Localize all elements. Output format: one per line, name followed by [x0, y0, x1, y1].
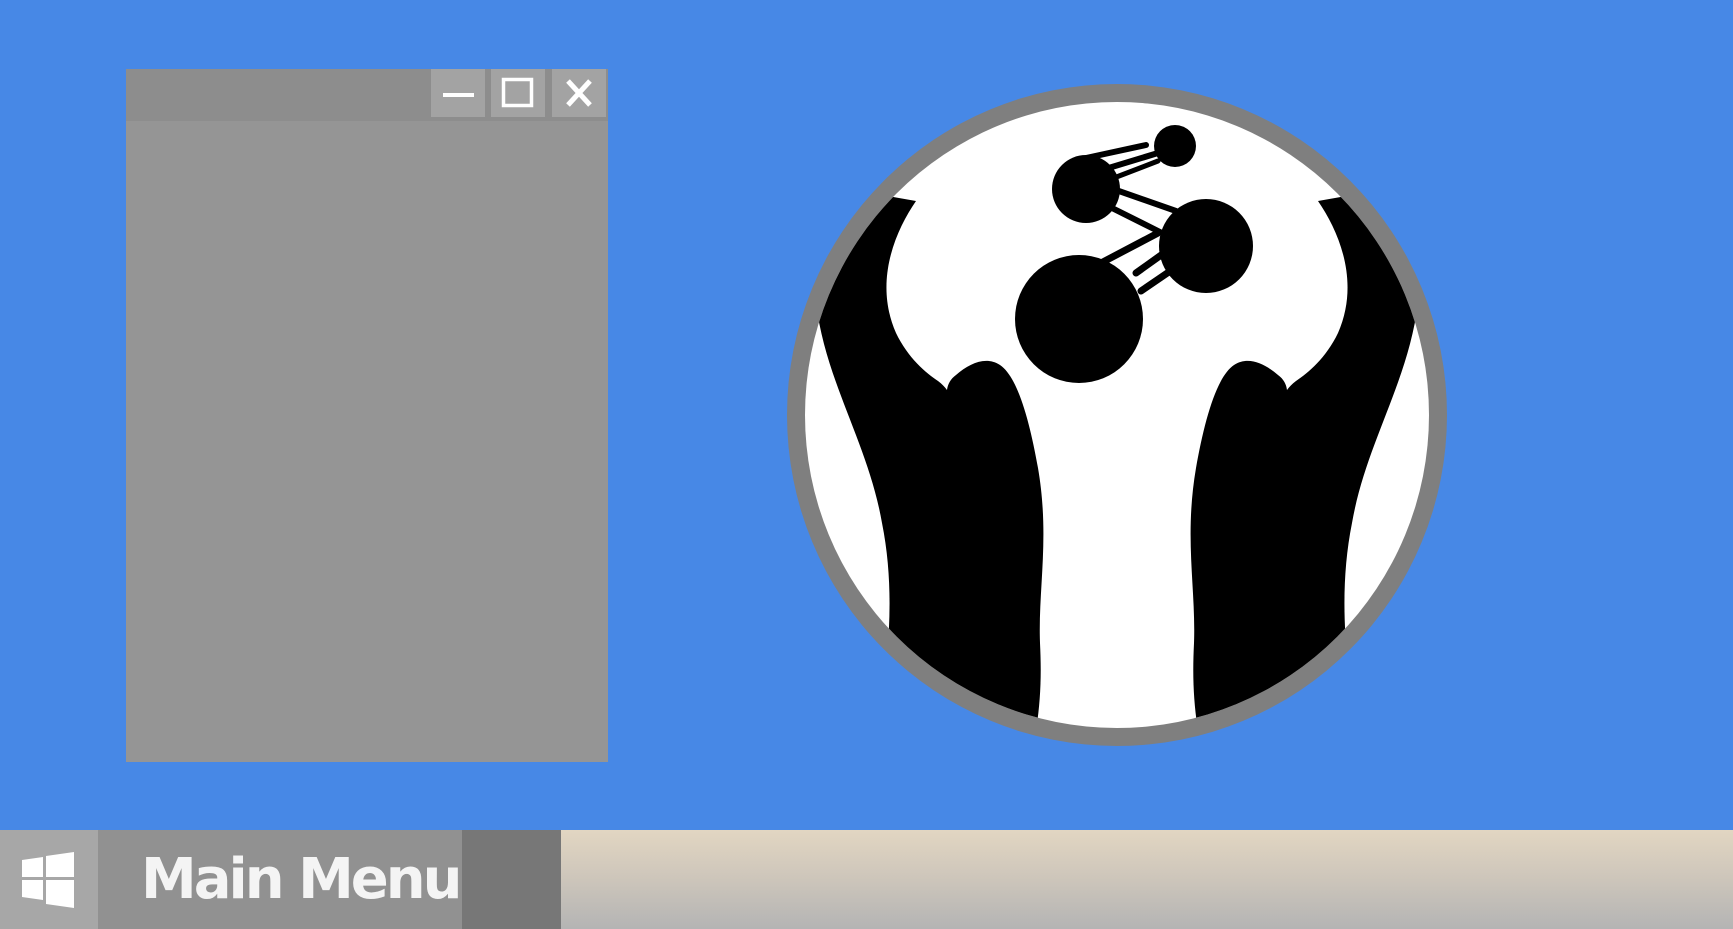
close-icon [552, 69, 606, 117]
maximize-button[interactable] [491, 69, 545, 117]
app-window[interactable] [126, 69, 608, 762]
close-button[interactable] [552, 69, 606, 117]
desktop [0, 0, 1733, 830]
main-menu-label: Main Menu [141, 847, 463, 912]
start-button[interactable] [0, 830, 98, 929]
minimize-button[interactable] [431, 69, 485, 117]
taskbar-app-slot[interactable] [462, 830, 561, 929]
maximize-icon [491, 69, 545, 117]
minimize-icon [431, 69, 485, 117]
hands-holding-molecule-icon [786, 83, 1448, 747]
window-titlebar[interactable] [126, 69, 608, 121]
taskbar: Main Menu [0, 830, 1733, 929]
main-menu-button[interactable]: Main Menu [98, 830, 463, 929]
